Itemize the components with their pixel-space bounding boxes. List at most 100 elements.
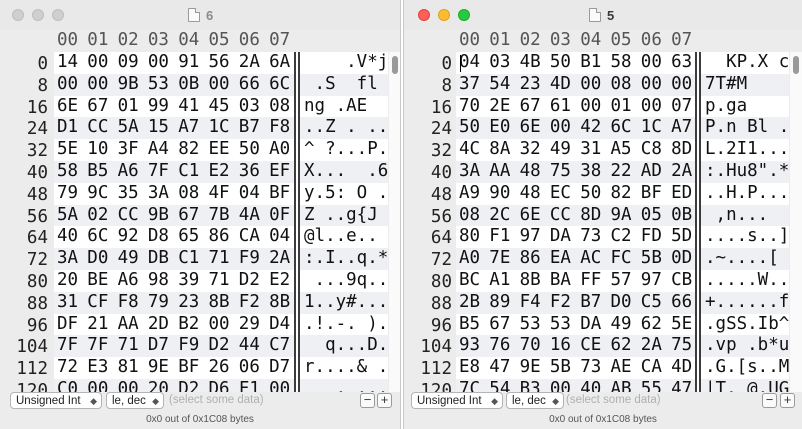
ascii-row[interactable]: ^ ?...P. <box>300 139 388 161</box>
hex-byte[interactable]: 0D <box>671 248 692 270</box>
hex-byte[interactable]: E0 <box>489 117 510 139</box>
hex-byte[interactable]: 6E <box>520 117 541 139</box>
ascii-pane[interactable]: KP.X c 7T#M p.ga P.n Bl . L.2I1...:.Hu8".*… <box>701 52 789 392</box>
ascii-text[interactable]: .V*j <box>300 52 388 72</box>
hex-byte[interactable]: 31 <box>580 139 601 161</box>
hex-byte[interactable]: 36 <box>239 161 260 183</box>
hex-byte[interactable]: BC <box>459 270 480 292</box>
hex-byte[interactable]: 1C <box>641 117 662 139</box>
zoom-button[interactable] <box>52 9 64 21</box>
ascii-text[interactable]: ..H.P... <box>701 183 789 203</box>
hex-byte[interactable]: 86 <box>520 248 541 270</box>
ascii-row[interactable]: @l..e.. <box>300 226 388 248</box>
hex-byte[interactable]: 4D <box>550 74 571 96</box>
hex-row[interactable]: 3A D0 49 DB C1 71 F9 2A <box>54 248 294 270</box>
minimize-button[interactable] <box>32 9 44 21</box>
hex-byte[interactable]: A1 <box>489 270 510 292</box>
hex-byte[interactable]: C8 <box>641 139 662 161</box>
hex-byte[interactable]: 48 <box>520 183 541 205</box>
hex-row[interactable]: E8 47 9E 5B 73 AE CA 4D <box>456 357 696 379</box>
hex-byte[interactable]: 5B <box>641 248 662 270</box>
hex-byte[interactable]: F8 <box>118 292 139 314</box>
hex-byte[interactable]: 62 <box>611 335 632 357</box>
title-bar[interactable]: 6 <box>0 0 400 30</box>
hex-byte[interactable]: 89 <box>489 292 510 314</box>
hex-byte[interactable]: 00 <box>148 52 169 74</box>
title-bar[interactable]: 5 <box>404 0 802 30</box>
hex-byte[interactable]: D0 <box>87 248 108 270</box>
hex-byte[interactable]: 08 <box>459 205 480 227</box>
ascii-text[interactable]: .~....[ <box>701 248 789 268</box>
ascii-text[interactable]: @l..e.. <box>300 226 388 246</box>
hex-byte[interactable]: A4 <box>148 139 169 161</box>
hex-byte[interactable]: C2 <box>611 226 632 248</box>
hex-row[interactable]: 80 F1 97 DA 73 C2 FD 5D <box>456 226 696 248</box>
hex-byte[interactable]: 41 <box>178 96 199 118</box>
ascii-text[interactable]: .vp .b*u <box>701 335 789 355</box>
hex-byte[interactable]: 50 <box>239 139 260 161</box>
hex-byte[interactable]: 20 <box>57 270 78 292</box>
hex-byte[interactable]: 06 <box>239 357 260 379</box>
ascii-row[interactable]: ....s..] <box>701 226 789 248</box>
hex-row[interactable]: 04 03 4B 50 B1 58 00 63 <box>456 52 696 74</box>
hex-byte[interactable]: EA <box>550 248 571 270</box>
hex-byte[interactable]: 2E <box>489 96 510 118</box>
hex-byte[interactable]: 2A <box>239 52 260 74</box>
hex-byte[interactable]: 9B <box>118 74 139 96</box>
hex-row[interactable]: A9 90 48 EC 50 82 BF ED <box>456 183 696 205</box>
hex-byte[interactable]: 92 <box>118 226 139 248</box>
hex-byte[interactable]: F9 <box>239 248 260 270</box>
hex-row[interactable]: 31 CF F8 79 23 8B F2 8B <box>54 291 294 314</box>
hex-byte[interactable]: 73 <box>580 226 601 248</box>
hex-byte[interactable]: 8B <box>209 292 230 314</box>
hex-byte[interactable]: 14 <box>57 52 78 74</box>
hex-row[interactable]: A0 7E 86 EA AC FC 5B 0D <box>456 248 696 270</box>
hex-byte[interactable]: 2D <box>148 314 169 336</box>
hex-byte[interactable]: 03 <box>239 96 260 118</box>
hex-byte[interactable]: F4 <box>520 292 541 314</box>
hex-byte[interactable]: 00 <box>209 74 230 96</box>
hex-row[interactable]: 72 E3 81 9E BF 26 06 D7 <box>54 357 294 379</box>
hex-row[interactable]: 79 9C 35 3A 08 4F 04 BF <box>54 183 294 205</box>
hex-byte[interactable]: 8D <box>580 205 601 227</box>
hex-byte[interactable]: 5E <box>671 314 692 336</box>
hex-byte[interactable]: 5B <box>550 357 571 379</box>
hex-byte[interactable]: A9 <box>459 183 480 205</box>
hex-byte[interactable]: E3 <box>87 357 108 379</box>
hex-byte[interactable]: D4 <box>269 314 290 336</box>
hex-byte[interactable]: 26 <box>209 357 230 379</box>
hex-byte[interactable]: 79 <box>148 292 169 314</box>
ascii-text[interactable]: :.Hu8".* <box>701 161 789 181</box>
hex-byte[interactable]: 09 <box>118 52 139 74</box>
hex-byte[interactable]: F8 <box>269 117 290 139</box>
hex-row[interactable]: 5A 02 CC 9B 67 7B 4A 0F <box>54 204 294 227</box>
hex-byte[interactable]: 04 <box>459 52 480 74</box>
hex-byte[interactable]: 9E <box>148 357 169 379</box>
hex-byte[interactable]: CA <box>239 226 260 248</box>
hex-byte[interactable]: 9B <box>148 205 169 227</box>
hex-byte[interactable]: A6 <box>118 270 139 292</box>
hex-byte[interactable]: 62 <box>641 314 662 336</box>
hex-byte[interactable]: 15 <box>148 117 169 139</box>
hex-byte[interactable]: CF <box>87 292 108 314</box>
hex-byte[interactable]: 58 <box>611 52 632 74</box>
remove-button[interactable]: − <box>360 393 375 408</box>
hex-byte[interactable]: 01 <box>611 96 632 118</box>
hex-byte[interactable]: 50 <box>550 52 571 74</box>
hex-byte[interactable]: 39 <box>178 270 199 292</box>
hex-byte[interactable]: 7B <box>209 205 230 227</box>
hex-byte[interactable]: 44 <box>239 335 260 357</box>
hex-byte[interactable]: 65 <box>178 226 199 248</box>
hex-byte[interactable]: 49 <box>611 314 632 336</box>
ascii-row[interactable]: ..H.P... <box>701 183 789 205</box>
hex-byte[interactable]: 38 <box>580 161 601 183</box>
hex-byte[interactable]: A0 <box>269 139 290 161</box>
hex-byte[interactable]: 70 <box>459 96 480 118</box>
hex-byte[interactable]: 50 <box>459 117 480 139</box>
hex-byte[interactable]: ED <box>671 183 692 205</box>
hex-byte[interactable]: D7 <box>269 357 290 379</box>
hex-byte[interactable]: 49 <box>550 139 571 161</box>
ascii-row[interactable]: :.Hu8".* <box>701 161 789 183</box>
hex-byte[interactable]: 08 <box>178 183 199 205</box>
hex-byte[interactable]: 4F <box>209 183 230 205</box>
